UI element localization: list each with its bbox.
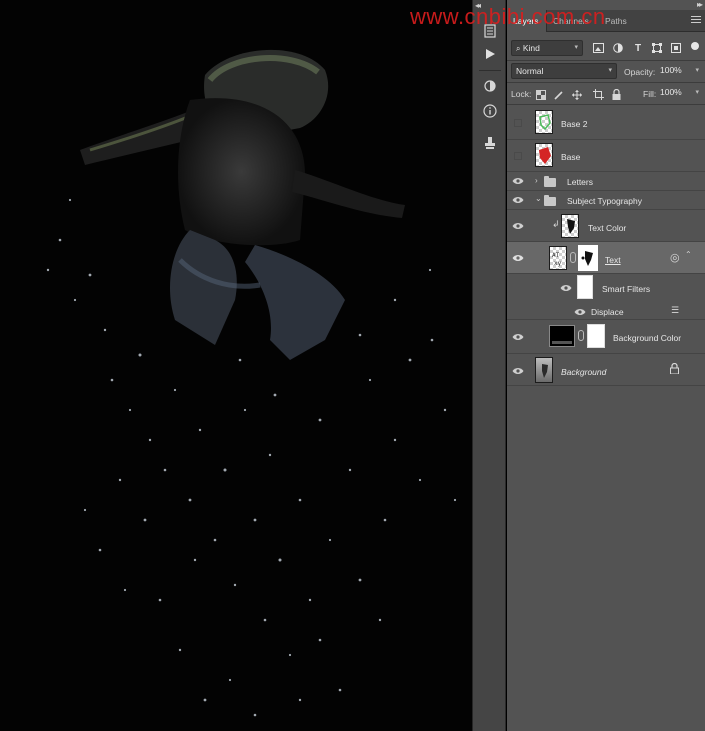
tab-layers[interactable]: Layers — [507, 10, 547, 32]
layer-thumbnail — [535, 143, 553, 167]
layer-mask-thumbnail[interactable] — [578, 245, 598, 271]
filter-mask-thumbnail[interactable] — [577, 275, 593, 299]
layer-row-background-color[interactable]: Background Color — [507, 320, 705, 354]
opacity-value: 100% — [660, 65, 682, 75]
divider — [507, 82, 705, 83]
history-icon[interactable] — [481, 22, 499, 40]
panel-menu-icon[interactable] — [691, 14, 701, 24]
shape-filter-icon[interactable] — [651, 42, 663, 54]
adjust-icon[interactable] — [481, 77, 499, 95]
layer-thumbnail — [561, 214, 579, 238]
svg-text:AT: AT — [552, 252, 560, 259]
clone-stamp-icon[interactable] — [481, 134, 499, 152]
panel-dock-strip: ◂◂ — [472, 0, 506, 731]
lock-artboard-icon[interactable] — [593, 89, 604, 100]
search-icon: ⌕ — [516, 44, 521, 53]
clipping-mask-icon: ↲ — [552, 219, 560, 229]
fill-field[interactable]: 100% ▾ — [657, 85, 701, 100]
fill-label: Fill: — [643, 89, 657, 99]
lock-position-icon[interactable] — [571, 89, 582, 100]
chevron-down-icon[interactable]: ⌄ — [535, 194, 542, 203]
opacity-label: Opacity: — [624, 67, 656, 77]
collapse-right-icon[interactable]: ▸▸ — [697, 0, 703, 9]
layer-row-letters[interactable]: › Letters — [507, 172, 705, 191]
layer-row-base-2[interactable]: Base 2 — [507, 106, 705, 140]
layer-row-text[interactable]: AT xy Text ◎ ⌃ — [507, 242, 705, 274]
layer-row-background[interactable]: Background — [507, 354, 705, 386]
layers-panel: ▸▸ Layers Channels Paths ⌕ Kind ▾ T Norm… — [507, 0, 705, 731]
folder-open-icon — [544, 195, 556, 206]
eye-icon[interactable] — [511, 331, 525, 343]
layer-name[interactable]: Base — [561, 152, 580, 162]
type-filter-icon[interactable]: T — [632, 42, 644, 54]
chevron-down-icon: ▾ — [574, 44, 578, 51]
layer-name[interactable]: Smart Filters — [602, 284, 650, 294]
lock-all-icon[interactable] — [611, 89, 622, 100]
divider — [507, 60, 705, 61]
layer-name[interactable]: Text — [605, 255, 621, 265]
fill-value: 100% — [660, 87, 682, 97]
toolstrip-divider — [479, 70, 501, 71]
eye-icon[interactable] — [511, 365, 525, 377]
svg-text:xy: xy — [554, 260, 562, 267]
chevron-down-icon: ▾ — [608, 67, 612, 74]
lock-icon[interactable] — [670, 362, 679, 377]
eye-icon[interactable] — [559, 282, 573, 294]
layer-thumbnail — [535, 110, 553, 134]
layer-name[interactable]: Displace — [591, 307, 624, 317]
layer-name[interactable]: Letters — [567, 177, 593, 187]
filter-kind-label: Kind — [522, 43, 540, 53]
layer-name[interactable]: Background — [561, 367, 606, 377]
collapse-left-icon[interactable]: ◂◂ — [475, 1, 481, 10]
layer-name[interactable]: Subject Typography — [567, 196, 642, 206]
image-filter-icon[interactable] — [592, 42, 604, 54]
layer-name[interactable]: Base 2 — [561, 119, 587, 129]
lock-label: Lock: — [511, 89, 532, 99]
eye-icon[interactable] — [511, 220, 525, 232]
layer-name[interactable]: Background Color — [613, 333, 681, 343]
divider — [507, 104, 705, 105]
eye-icon[interactable] — [511, 194, 525, 206]
chevron-up-icon[interactable]: ⌃ — [685, 250, 692, 259]
chevron-down-icon: ▾ — [695, 89, 699, 96]
tab-paths[interactable]: Paths — [599, 10, 635, 32]
folder-icon — [544, 176, 556, 187]
blend-mode-select[interactable]: Normal ▾ — [511, 63, 617, 79]
document-canvas[interactable] — [0, 0, 472, 731]
chevron-right-icon[interactable]: › — [535, 176, 538, 185]
eye-icon[interactable] — [511, 175, 525, 187]
layer-row-smart-filters[interactable]: Smart Filters — [507, 274, 705, 300]
layer-row-subject-typography[interactable]: ⌄ Subject Typography — [507, 191, 705, 210]
layer-mask-thumbnail[interactable] — [587, 324, 605, 348]
visibility-toggle[interactable] — [514, 152, 522, 160]
filter-kind-select[interactable]: ⌕ Kind ▾ — [511, 40, 583, 56]
layer-row-displace[interactable]: Displace ☰ — [507, 300, 705, 320]
tab-channels[interactable]: Channels — [547, 10, 599, 32]
opacity-field[interactable]: 100% ▾ — [657, 63, 701, 78]
visibility-toggle[interactable] — [514, 119, 522, 127]
smart-object-filter-icon[interactable] — [670, 42, 682, 54]
lock-transparent-icon[interactable] — [535, 89, 546, 100]
play-icon[interactable] — [481, 45, 499, 63]
panel-tabs: Layers Channels Paths — [507, 10, 705, 32]
blend-mode-value: Normal — [516, 66, 544, 76]
layer-row-text-color[interactable]: ↲ Text Color — [507, 210, 705, 242]
chevron-down-icon: ▾ — [695, 67, 699, 74]
filter-toggle[interactable] — [691, 42, 699, 50]
fill-layer-thumbnail — [549, 325, 575, 347]
link-icon[interactable] — [570, 252, 576, 263]
lock-pixels-icon[interactable] — [553, 89, 564, 100]
layer-row-base[interactable]: Base — [507, 140, 705, 172]
layer-thumbnail — [535, 357, 553, 383]
eye-icon[interactable] — [573, 306, 587, 318]
link-icon[interactable] — [578, 330, 584, 341]
layer-thumbnail: AT xy — [549, 246, 567, 270]
canvas-artwork — [46, 49, 457, 717]
filter-options-icon[interactable]: ☰ — [671, 305, 679, 316]
smart-filter-icon: ◎ — [670, 252, 680, 264]
adjustment-filter-icon[interactable] — [612, 42, 624, 54]
layer-name[interactable]: Text Color — [588, 223, 626, 233]
eye-icon[interactable] — [511, 252, 525, 264]
info-icon[interactable] — [481, 102, 499, 120]
